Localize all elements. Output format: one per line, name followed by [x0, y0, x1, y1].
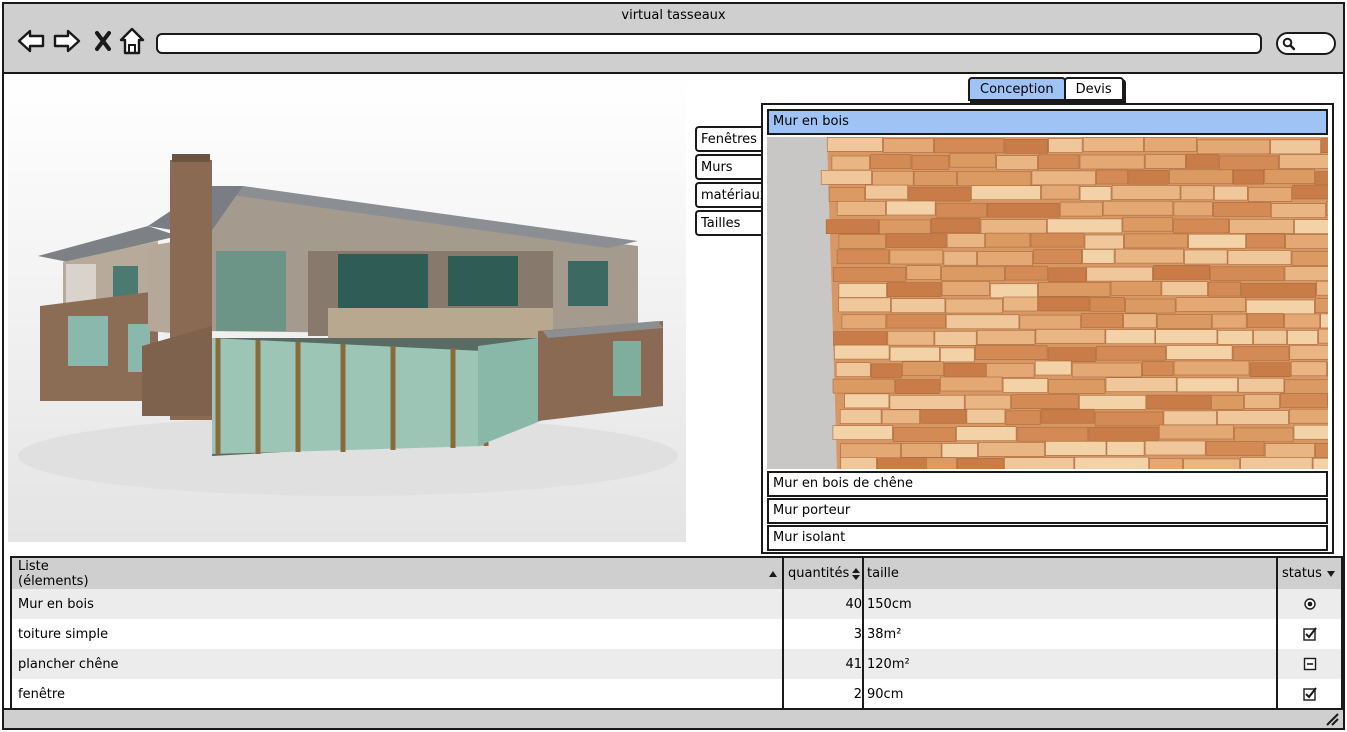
- row-name: toiture simple: [18, 626, 109, 642]
- column-divider[interactable]: [862, 558, 864, 711]
- header-liste-line2: (élements): [18, 573, 89, 589]
- arrow-left-icon[interactable]: [16, 26, 46, 56]
- row-name: plancher chêne: [18, 656, 119, 672]
- header-liste-line1: Liste: [18, 558, 49, 574]
- row-size: 120m²: [867, 656, 910, 672]
- accordion-item-mur-en-bois-de-chene[interactable]: Mur en bois de chêne: [767, 471, 1328, 497]
- accordion-item-mur-en-bois[interactable]: Mur en bois: [767, 109, 1328, 135]
- status-checkbox-checked-icon[interactable]: [1278, 619, 1342, 649]
- window-title: virtual tasseaux: [621, 8, 726, 23]
- tab-fenetres[interactable]: Fenêtres: [695, 126, 761, 152]
- table-row[interactable]: toiture simple 3 38m²: [12, 619, 1341, 649]
- search-field[interactable]: [1276, 32, 1336, 55]
- status-checkbox-indeterminate-icon[interactable]: [1278, 649, 1342, 679]
- row-quantity: 3: [853, 626, 862, 642]
- table-row[interactable]: plancher chêne 41 120m²: [12, 649, 1341, 679]
- table-row[interactable]: Mur en bois 40 150cm: [12, 589, 1341, 619]
- row-size: 90cm: [867, 686, 904, 702]
- row-size: 38m²: [867, 626, 902, 642]
- status-bar: [4, 708, 1343, 728]
- header-liste[interactable]: Liste (élements): [18, 558, 778, 589]
- home-icon[interactable]: [117, 26, 147, 56]
- view-tabs: Conception Devis: [968, 77, 1124, 101]
- accordion-item-mur-porteur[interactable]: Mur porteur: [767, 498, 1328, 524]
- tab-devis[interactable]: Devis: [1063, 77, 1124, 101]
- status-radio-selected-icon[interactable]: [1278, 589, 1342, 619]
- tab-tailles[interactable]: Tailles: [695, 210, 761, 236]
- sort-icon: [852, 567, 861, 580]
- tab-conception[interactable]: Conception: [968, 77, 1066, 101]
- tab-murs[interactable]: Murs: [695, 154, 761, 180]
- arrow-right-icon[interactable]: [52, 26, 82, 56]
- house-3d-preview[interactable]: [8, 76, 686, 542]
- close-icon[interactable]: [88, 26, 118, 56]
- row-quantity: 2: [853, 686, 862, 702]
- row-name: fenêtre: [18, 686, 65, 702]
- wood-wall-preview: [767, 137, 1328, 469]
- tab-materiaux[interactable]: matériaux: [695, 182, 761, 208]
- row-size: 150cm: [867, 596, 912, 612]
- sort-desc-icon: [1326, 570, 1335, 577]
- category-tabs: Fenêtres Murs matériaux Tailles: [695, 126, 761, 238]
- header-quantites[interactable]: quantités: [784, 558, 862, 589]
- browser-window: virtual tasseaux Conception Devis Fenêtr…: [2, 2, 1345, 730]
- header-status[interactable]: status: [1278, 558, 1342, 589]
- status-checkbox-checked-icon[interactable]: [1278, 679, 1342, 709]
- sort-asc-icon[interactable]: [768, 558, 780, 589]
- header-taille[interactable]: taille: [865, 558, 1275, 589]
- search-icon: [1282, 37, 1296, 51]
- wall-type-accordion: Mur en bois Mur en bois de chêne Mur por…: [761, 103, 1334, 554]
- url-input[interactable]: [156, 33, 1262, 54]
- column-divider[interactable]: [782, 558, 784, 711]
- title-bar: virtual tasseaux: [4, 4, 1343, 74]
- row-name: Mur en bois: [18, 596, 94, 612]
- table-header: Liste (élements) quantités taille status: [12, 558, 1341, 589]
- column-divider[interactable]: [1276, 558, 1278, 711]
- elements-table: Liste (élements) quantités taille status…: [10, 556, 1343, 713]
- row-quantity: 40: [845, 596, 862, 612]
- header-quantites-label: quantités: [788, 566, 850, 581]
- table-row[interactable]: fenêtre 2 90cm: [12, 679, 1341, 709]
- row-quantity: 41: [845, 656, 862, 672]
- header-status-label: status: [1282, 566, 1322, 581]
- resize-grip-icon[interactable]: [1325, 712, 1339, 726]
- accordion-item-mur-isolant[interactable]: Mur isolant: [767, 525, 1328, 551]
